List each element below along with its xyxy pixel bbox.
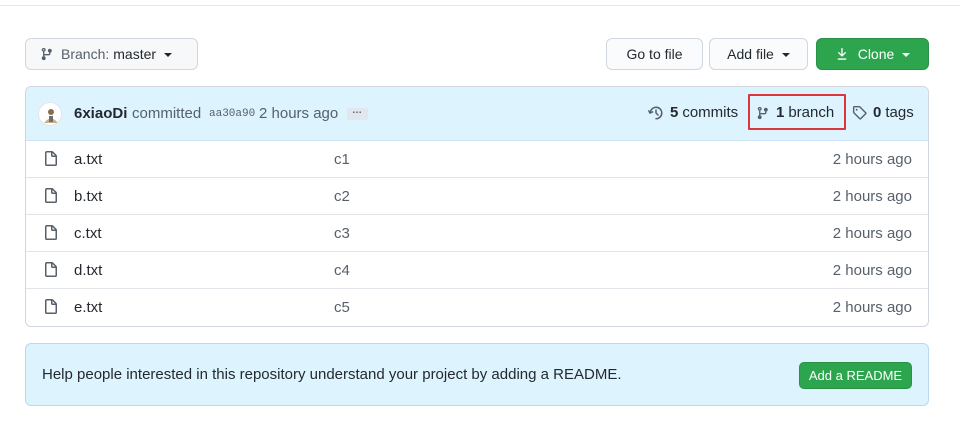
history-icon [648,106,663,120]
go-to-file-button[interactable]: Go to file [606,38,703,70]
file-rows: a.txt c1 2 hours ago b.txt c2 2 hours ag… [26,141,928,326]
file-commit-message[interactable]: c3 [334,225,350,242]
top-divider [0,5,960,6]
avatar[interactable] [38,102,62,126]
tags-count: 0 [873,104,882,121]
tags-link[interactable]: 0 tags [852,104,914,121]
branch-highlight-annotation [748,94,846,130]
branch-select-button[interactable]: Branch: master [25,38,198,70]
readme-banner: Help people interested in this repositor… [25,343,929,406]
chevron-down-icon [902,53,911,57]
branch-prefix-label: Branch: [61,46,110,62]
add-readme-button[interactable]: Add a README [799,362,912,389]
file-commit-time: 2 hours ago [832,151,912,168]
repo-toolbar: Branch: master Go to file Add file Clone [25,38,929,70]
file-name-link[interactable]: a.txt [74,151,102,168]
tags-label: tags [885,104,914,121]
commits-label: commits [682,104,739,121]
download-icon [837,47,847,60]
file-commit-message[interactable]: c2 [334,188,350,205]
file-icon [45,225,57,240]
file-row: c.txt c3 2 hours ago [26,215,928,252]
file-commit-message[interactable]: c1 [334,151,350,168]
file-commit-time: 2 hours ago [832,225,912,242]
committed-label: committed [132,105,202,122]
file-commit-time: 2 hours ago [832,262,912,279]
file-icon [45,299,57,314]
file-name-link[interactable]: c.txt [74,225,102,242]
latest-commit-bar: 6xiaoDi committed aa30a90 2 hours ago … … [26,87,928,141]
readme-banner-text: Help people interested in this repositor… [42,366,622,383]
add-file-button[interactable]: Add file [709,38,808,70]
avatar-image [39,103,61,125]
commit-author-link[interactable]: 6xiaoDi [74,105,127,122]
commit-time: 2 hours ago [259,105,339,122]
chevron-down-icon [164,53,173,57]
file-icon [45,151,57,166]
commit-sha-link[interactable]: aa30a90 [209,108,255,120]
file-name-link[interactable]: d.txt [74,262,102,279]
file-name-link[interactable]: b.txt [74,188,102,205]
file-row: b.txt c2 2 hours ago [26,178,928,215]
file-commit-message[interactable]: c4 [334,262,350,279]
branch-name: master [113,46,157,62]
file-name-link[interactable]: e.txt [74,299,102,316]
file-commit-message[interactable]: c5 [334,299,350,316]
file-row: e.txt c5 2 hours ago [26,289,928,326]
file-row: a.txt c1 2 hours ago [26,141,928,178]
repo-file-list: 6xiaoDi committed aa30a90 2 hours ago … … [25,86,929,327]
clone-button[interactable]: Clone [816,38,929,70]
file-commit-time: 2 hours ago [832,299,912,316]
commit-message-expand-button[interactable]: … [347,106,368,120]
tag-icon [852,105,867,120]
file-icon [45,262,57,277]
file-row: d.txt c4 2 hours ago [26,252,928,289]
add-file-label: Add file [727,46,774,62]
commits-count: 5 [670,104,679,121]
clone-label: Clone [857,46,895,62]
chevron-down-icon [781,53,790,57]
commits-link[interactable]: 5 commits [648,104,738,121]
git-branch-icon [41,47,52,61]
file-icon [45,188,57,203]
file-commit-time: 2 hours ago [832,188,912,205]
